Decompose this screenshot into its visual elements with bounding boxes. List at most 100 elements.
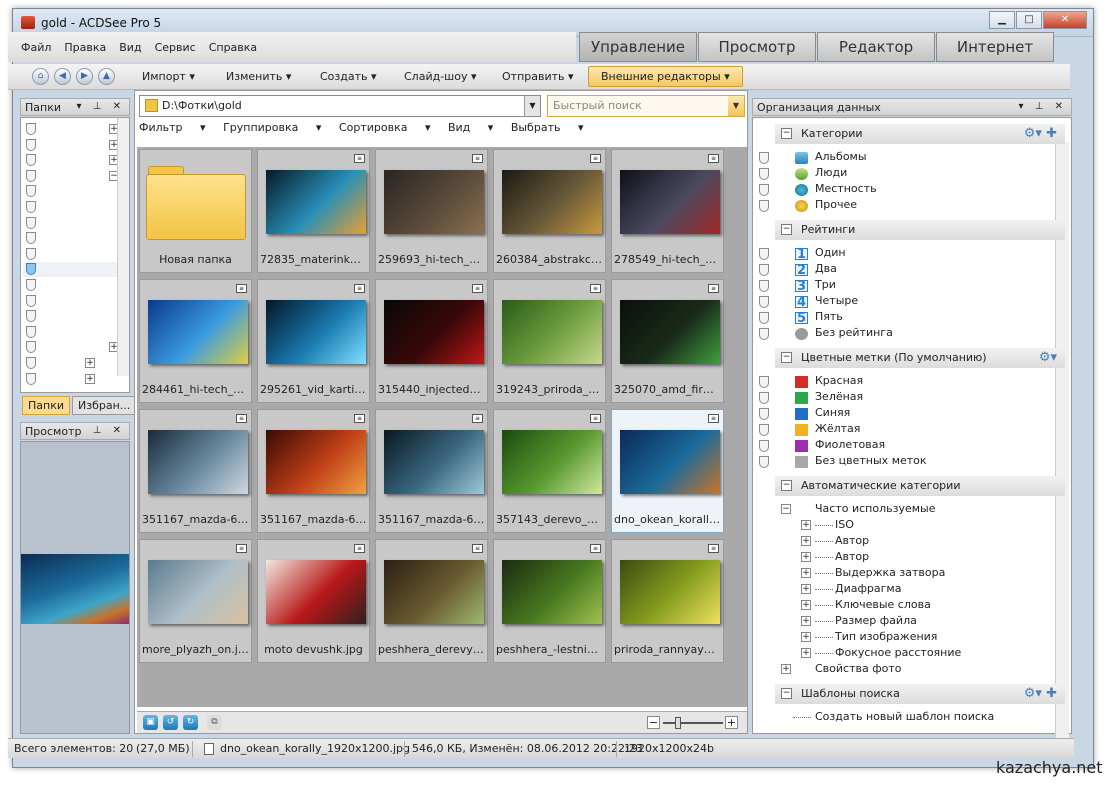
group-button[interactable]: Группировка ▾	[223, 121, 321, 134]
shield-icon[interactable]	[26, 325, 36, 338]
scrollbar[interactable]	[117, 118, 129, 376]
up-arrow-icon[interactable]: ▲	[98, 68, 115, 85]
thumbnail-item[interactable]: ≡ 351167_mazda-6_de...	[139, 409, 252, 533]
select-button[interactable]: Выбрать ▾	[511, 121, 584, 134]
panel-controls-icon[interactable]: ▾ ⊥ ✕	[77, 101, 125, 112]
folder-tree-row[interactable]: +	[23, 153, 127, 168]
thumbnail-item[interactable]: ≡ 284461_hi-tech_yele...	[139, 279, 252, 403]
send-button[interactable]: Отправить ▾	[502, 70, 574, 83]
expand-icon[interactable]: +	[781, 664, 791, 674]
organize-item[interactable]: Фиолетовая	[795, 438, 885, 454]
shield-icon[interactable]	[759, 264, 769, 276]
collapse-icon[interactable]: −	[781, 352, 792, 363]
shield-icon[interactable]	[26, 341, 36, 354]
minimize-button[interactable]: ▁	[989, 11, 1015, 29]
folder-tree-row[interactable]	[23, 262, 127, 278]
shield-icon[interactable]	[759, 312, 769, 324]
menu-view[interactable]: Вид	[119, 41, 141, 54]
chevron-down-icon[interactable]: ▼	[728, 96, 744, 116]
collapse-icon[interactable]: −	[781, 504, 791, 514]
rotate-right-icon[interactable]: ↻	[183, 715, 198, 730]
view-button[interactable]: Вид ▾	[448, 121, 493, 134]
thumbnail-item[interactable]: ≡ 72835_materinka_pr...	[257, 149, 370, 273]
expand-icon[interactable]: +	[85, 373, 95, 384]
expand-icon[interactable]: +	[801, 536, 811, 546]
organize-item[interactable]: Без цветных меток	[795, 454, 927, 470]
zoom-slider[interactable]: − +	[647, 716, 739, 730]
external-editors-button[interactable]: Внешние редакторы ▾	[588, 66, 743, 87]
path-bar[interactable]: D:\Фотки\gold ▼	[139, 95, 541, 117]
tab-folders[interactable]: Папки	[22, 396, 70, 415]
shield-icon[interactable]	[26, 372, 36, 385]
menu-tools[interactable]: Сервис	[155, 41, 196, 54]
home-icon[interactable]: ⌂	[32, 68, 49, 85]
shield-icon[interactable]	[26, 169, 36, 182]
section-header[interactable]: − Шаблоны поиска ⚙▾ ✚	[775, 684, 1065, 704]
folder-tree-row[interactable]	[23, 309, 127, 324]
organize-item[interactable]: 5 Пять	[795, 310, 843, 326]
folder-tree-row[interactable]: +	[23, 340, 127, 355]
tab-favorites[interactable]: Избран...	[72, 396, 137, 415]
back-arrow-icon[interactable]: ◀	[54, 68, 71, 85]
shield-icon[interactable]	[759, 424, 769, 436]
rotate-left-icon[interactable]: ↺	[163, 715, 178, 730]
organize-item[interactable]: Прочее	[795, 198, 857, 214]
section-header[interactable]: − Цветные метки (По умолчанию) ⚙▾	[775, 348, 1065, 368]
folder-tree-row[interactable]: +	[23, 372, 127, 387]
shield-icon[interactable]	[759, 408, 769, 420]
shield-icon[interactable]	[26, 138, 36, 151]
thumbnail-item[interactable]: ≡ 325070_amd_firma_...	[611, 279, 724, 403]
shield-icon[interactable]	[759, 440, 769, 452]
thumbnail-item[interactable]: Новая папка	[139, 149, 252, 273]
expand-icon[interactable]: +	[801, 616, 811, 626]
shield-icon[interactable]	[759, 248, 769, 260]
folder-tree-row[interactable]	[23, 231, 127, 246]
section-header[interactable]: − Рейтинги	[775, 220, 1065, 240]
expand-icon[interactable]: +	[85, 358, 95, 368]
shield-icon[interactable]	[26, 201, 36, 213]
view-mode-icon[interactable]: ▣	[143, 715, 158, 730]
menu-help[interactable]: Справка	[209, 41, 257, 54]
zoom-in-icon[interactable]: +	[725, 716, 738, 729]
mode-edit[interactable]: Редактор	[817, 32, 935, 62]
expand-icon[interactable]: +	[801, 584, 811, 594]
shield-icon[interactable]	[759, 280, 769, 292]
zoom-handle[interactable]	[675, 717, 681, 729]
zoom-out-icon[interactable]: −	[647, 716, 660, 729]
shield-icon[interactable]	[759, 328, 769, 340]
shield-icon[interactable]	[26, 247, 36, 260]
menu-edit[interactable]: Правка	[64, 41, 106, 54]
expand-icon[interactable]: +	[801, 600, 811, 610]
collapse-icon[interactable]: −	[781, 480, 792, 491]
thumbnail-item[interactable]: ≡ dno_okean_korally_...	[611, 409, 724, 533]
folder-tree-row[interactable]: +	[23, 122, 127, 137]
thumbnail-item[interactable]: ≡ 259693_hi-tech_ko...	[375, 149, 488, 273]
organize-item[interactable]: 3 Три	[795, 278, 836, 294]
thumbnail-item[interactable]: ≡ peshhera_-lestnica_...	[493, 539, 606, 663]
organize-item[interactable]: 1 Один	[795, 246, 846, 262]
collapse-icon[interactable]: −	[781, 688, 792, 699]
thumbnail-item[interactable]: ≡ 260384_abstrakciya_...	[493, 149, 606, 273]
organize-item[interactable]: Синяя	[795, 406, 850, 422]
expand-icon[interactable]: +	[801, 520, 811, 530]
organize-item[interactable]: Зелёная	[795, 390, 863, 406]
mode-online[interactable]: Интернет	[936, 32, 1054, 62]
section-header[interactable]: − Автоматические категории	[775, 476, 1065, 496]
folder-tree-row[interactable]	[23, 278, 127, 293]
shield-icon[interactable]	[26, 123, 36, 135]
shield-icon[interactable]	[759, 184, 769, 196]
compare-icon[interactable]: ⧉	[207, 715, 222, 730]
gear-icon[interactable]: ⚙▾ ✚	[1024, 686, 1057, 701]
close-button[interactable]: ✕	[1043, 11, 1087, 29]
shield-icon[interactable]	[26, 154, 36, 167]
folder-tree-row[interactable]: +	[23, 356, 127, 371]
create-button[interactable]: Создать ▾	[320, 70, 377, 83]
organize-item[interactable]: Красная	[795, 374, 863, 390]
shield-icon[interactable]	[759, 456, 769, 468]
shield-icon[interactable]	[759, 168, 769, 180]
shield-icon[interactable]	[26, 279, 36, 291]
shield-icon[interactable]	[26, 216, 36, 229]
thumbnail-item[interactable]: ≡ 315440_injected_kre...	[375, 279, 488, 403]
shield-icon[interactable]	[759, 376, 769, 388]
thumbnail-item[interactable]: ≡ 351167_mazda-6_de...	[257, 409, 370, 533]
